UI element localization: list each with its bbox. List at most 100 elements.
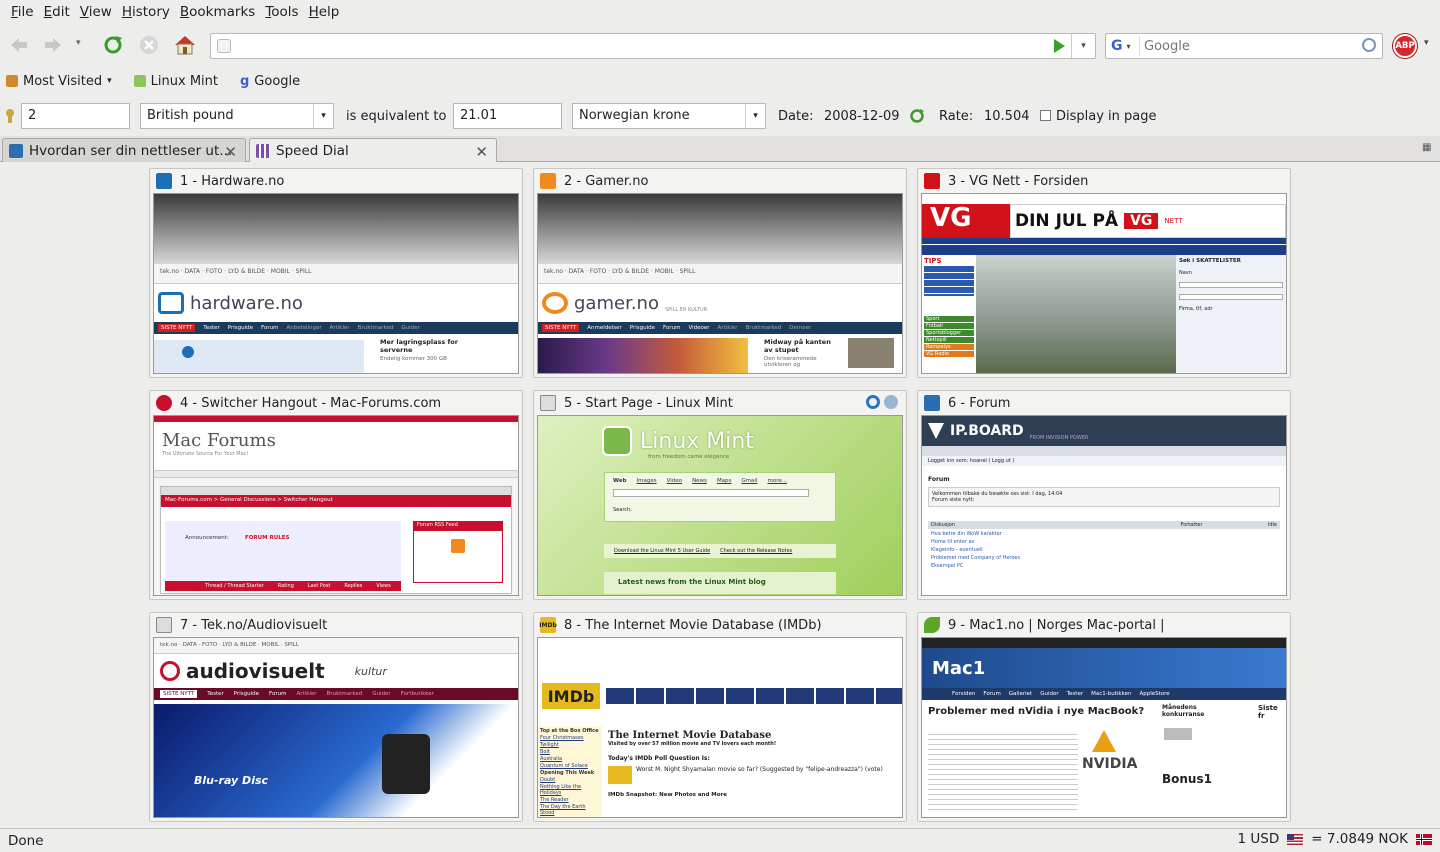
- rate-label: Rate:: [939, 109, 974, 124]
- menu-help[interactable]: Help: [304, 4, 345, 20]
- search-engine-selector[interactable]: G ▾: [1108, 36, 1140, 56]
- tile-thumbnail: Mac1 Forsiden Forum Galleriet Guider Tes…: [921, 637, 1287, 818]
- stop-button[interactable]: [136, 32, 162, 58]
- speed-dial-tile-4[interactable]: 4 - Switcher Hangout - Mac-Forums.com Ma…: [149, 390, 523, 600]
- close-tab-icon[interactable]: ✕: [224, 143, 237, 161]
- ethernet-cable-image: [382, 734, 430, 794]
- bookmarks-toolbar: Most Visited ▾ Linux Mint g Google: [0, 66, 1440, 96]
- currency-status: 1 USD = 7.0849 NOK: [1238, 831, 1432, 847]
- generic-page-icon: [156, 617, 172, 633]
- apple-favicon-icon: [156, 395, 172, 411]
- bookmark-folder-icon: [6, 75, 18, 87]
- date-label: Date:: [778, 109, 814, 124]
- google-g-icon: g: [239, 73, 250, 89]
- status-bar: Done: [0, 828, 1440, 852]
- speed-dial-tile-8[interactable]: IMDb 8 - The Internet Movie Database (IMD…: [533, 612, 907, 822]
- from-currency-select[interactable]: British pound ▾: [140, 103, 334, 129]
- us-flag-icon: [1287, 833, 1304, 845]
- speed-dial-tile-1[interactable]: 1 - Hardware.no tek.no · DATA · FOTO · L…: [149, 168, 523, 378]
- reload-icon: [104, 36, 122, 54]
- bookmark-most-visited[interactable]: Most Visited ▾: [6, 74, 112, 89]
- tile-title: 3 - VG Nett - Forsiden: [948, 173, 1089, 189]
- bookmark-google[interactable]: g Google: [240, 74, 300, 89]
- rate-value: 10.504: [984, 109, 1030, 124]
- search-bar[interactable]: G ▾: [1105, 33, 1383, 59]
- chevron-down-icon: ▾: [313, 104, 333, 128]
- tile-title: 9 - Mac1.no | Norges Mac-portal |: [948, 617, 1165, 633]
- adblock-plus-icon[interactable]: ABP: [1393, 34, 1417, 58]
- tile-title: 8 - The Internet Movie Database (IMDb): [564, 617, 822, 633]
- tile-title: 4 - Switcher Hangout - Mac-Forums.com: [180, 395, 442, 411]
- gamer-favicon-icon: [540, 173, 556, 189]
- menu-file[interactable]: File: [6, 4, 39, 20]
- menu-bar: File Edit View History Bookmarks Tools H…: [0, 0, 1440, 24]
- tile-thumbnail: VG DIN JUL PÅ VG NETT TIPS Sport Fotball…: [921, 193, 1287, 374]
- result-input[interactable]: 21.01: [453, 103, 562, 129]
- rss-icon: [451, 539, 465, 553]
- date-value: 2008-12-09: [824, 109, 900, 124]
- ipboard-favicon-icon: [924, 395, 940, 411]
- daily-poll-icon: [608, 766, 632, 784]
- tile-title: 7 - Tek.no/Audiovisuelt: [180, 617, 328, 633]
- go-arrow-icon[interactable]: [1054, 39, 1065, 53]
- url-dropdown-button[interactable]: ▾: [1071, 34, 1095, 58]
- audiovisuelt-logo-icon: [160, 661, 180, 681]
- refresh-tile-icon[interactable]: [866, 395, 880, 409]
- tab-list-icon[interactable]: ▦: [1422, 142, 1434, 154]
- tile-title: 1 - Hardware.no: [180, 173, 285, 189]
- usd-amount: 1 USD: [1237, 831, 1280, 847]
- speed-dial-tile-9[interactable]: 9 - Mac1.no | Norges Mac-portal | Mac1 F…: [917, 612, 1291, 822]
- speed-dial-tile-2[interactable]: 2 - Gamer.no tek.no · DATA · FOTO · LYD …: [533, 168, 907, 378]
- tile-thumbnail: Linux Mint from freedom came elegance We…: [537, 415, 903, 596]
- generic-page-icon: [540, 395, 556, 411]
- history-dropdown-icon[interactable]: ▾: [76, 38, 81, 48]
- speed-dial-grid-icon: [256, 143, 270, 158]
- to-currency-select[interactable]: Norwegian krone ▾: [572, 103, 766, 129]
- menu-edit[interactable]: Edit: [39, 4, 75, 20]
- search-input[interactable]: [1144, 36, 1354, 56]
- speed-dial-tile-7[interactable]: 7 - Tek.no/Audiovisuelt tek.no · DATA · …: [149, 612, 523, 822]
- tile-title: 2 - Gamer.no: [564, 173, 649, 189]
- forward-arrow-icon: [45, 38, 61, 52]
- speed-dial-tile-3[interactable]: 3 - VG Nett - Forsiden VG DIN JUL PÅ VG …: [917, 168, 1291, 378]
- refresh-rate-icon[interactable]: [909, 108, 925, 128]
- tile-thumbnail: IP.BOARD FROM INVISION POWER Logget inn …: [921, 415, 1287, 596]
- tile-thumbnail: tek.no · DATA · FOTO · LYD & BILDE · MOB…: [153, 193, 519, 374]
- warning-icon: [1092, 730, 1116, 752]
- chevron-down-icon: ▾: [745, 104, 765, 128]
- gamer-logo-icon: [542, 292, 568, 314]
- speed-dial-tile-6[interactable]: 6 - Forum IP.BOARD FROM INVISION POWER L…: [917, 390, 1291, 600]
- tab-hvordan[interactable]: Hvordan ser din nettleser ut... ✕: [2, 138, 246, 162]
- menu-tools[interactable]: Tools: [260, 4, 303, 20]
- equivalent-label: is equivalent to: [346, 109, 447, 124]
- menu-history[interactable]: History: [117, 4, 175, 20]
- amount-input[interactable]: 2: [21, 103, 130, 129]
- ipboard-logo-icon: [928, 423, 944, 439]
- ie-favicon-icon: [9, 143, 23, 158]
- page-favicon-icon: [217, 39, 231, 53]
- mac1-favicon-icon: [924, 617, 940, 633]
- speed-dial-page: 1 - Hardware.no tek.no · DATA · FOTO · L…: [0, 162, 1440, 828]
- menu-bookmarks[interactable]: Bookmarks: [175, 4, 260, 20]
- tile-thumbnail: IMDb Top at the Box Office Four Christma…: [537, 637, 903, 818]
- home-button[interactable]: [172, 32, 198, 58]
- speed-dial-tile-5[interactable]: 5 - Start Page - Linux Mint Linux Mint f…: [533, 390, 907, 600]
- toolbar-grip-icon: [4, 108, 16, 124]
- adblock-dropdown-icon[interactable]: ▾: [1424, 38, 1429, 48]
- menu-view[interactable]: View: [75, 4, 117, 20]
- display-in-page-checkbox[interactable]: [1040, 110, 1051, 121]
- reload-button[interactable]: [100, 32, 126, 58]
- tile-thumbnail: tek.no · DATA · FOTO · LYD & BILDE · MOB…: [153, 637, 519, 818]
- tab-speed-dial[interactable]: Speed Dial ✕: [249, 138, 497, 162]
- bookmark-linux-mint[interactable]: Linux Mint: [133, 74, 218, 89]
- url-bar[interactable]: ▾: [210, 33, 1096, 59]
- tile-title: 6 - Forum: [948, 395, 1011, 411]
- settings-tile-icon[interactable]: [884, 395, 898, 409]
- forward-button[interactable]: [40, 32, 66, 58]
- tile-title: 5 - Start Page - Linux Mint: [564, 395, 733, 411]
- imdb-favicon-icon: IMDb: [539, 617, 557, 633]
- back-button[interactable]: [6, 32, 32, 58]
- close-tab-icon[interactable]: ✕: [475, 143, 488, 161]
- norway-flag-icon: [1416, 833, 1432, 845]
- search-magnifier-icon[interactable]: [1362, 38, 1376, 52]
